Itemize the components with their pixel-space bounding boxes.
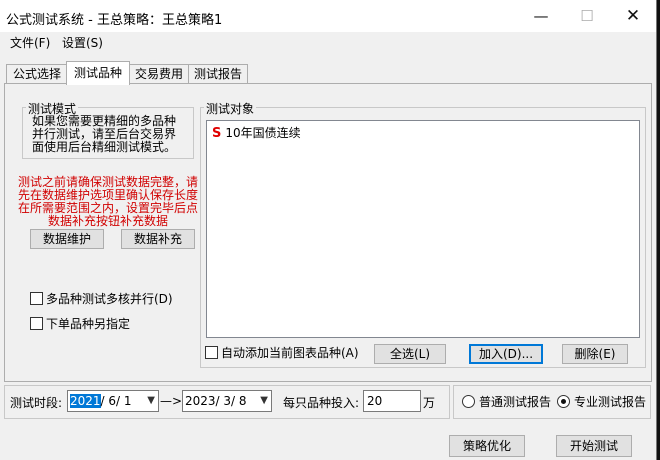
list-item[interactable]: S 10年国债连续 xyxy=(212,124,301,141)
checkbox-icon xyxy=(30,317,43,330)
radio-icon xyxy=(462,395,475,408)
test-objects-list[interactable]: S 10年国债连续 xyxy=(206,120,640,338)
professional-report-label: 专业测试报告 xyxy=(574,395,647,409)
tab-formula-select[interactable]: 公式选择 xyxy=(6,64,68,84)
test-objects-label: 测试对象 xyxy=(204,100,257,117)
period-label: 测试时段: xyxy=(10,396,63,410)
add-button[interactable]: 加入(D)... xyxy=(469,344,543,364)
window-title: 公式测试系统 - 王总策略：王总策略1 xyxy=(6,13,223,28)
maximize-button[interactable]: ☐ xyxy=(564,0,610,32)
date-arrow: —> xyxy=(160,394,183,408)
chevron-down-icon: ▼ xyxy=(147,395,155,406)
order-specify-label: 下单品种另指定 xyxy=(46,317,131,331)
multi-core-checkbox[interactable]: 多品种测试多核并行(D) xyxy=(30,292,173,306)
close-button[interactable]: ✕ xyxy=(610,0,656,32)
checkbox-icon xyxy=(205,346,218,359)
menu-file[interactable]: 文件(F) xyxy=(10,34,50,51)
auto-add-checkbox[interactable]: 自动添加当前图表品种(A) xyxy=(205,346,359,360)
investment-input[interactable]: 20 xyxy=(363,390,421,412)
start-test-button[interactable]: 开始测试 xyxy=(556,435,632,457)
data-maintenance-button[interactable]: 数据维护 xyxy=(30,229,104,249)
end-date: 2023/ 3/ 8 xyxy=(185,394,247,408)
warning-text: 测试之前请确保测试数据完整，请先在数据维护选项里确认保存长度在所需要范围之内，设… xyxy=(17,175,198,228)
investment-label: 每只品种投入: xyxy=(283,396,360,410)
select-all-button[interactable]: 全选(L) xyxy=(374,344,446,364)
remove-button[interactable]: 删除(E) xyxy=(562,344,628,364)
chevron-down-icon: ▼ xyxy=(260,395,268,406)
checkbox-icon xyxy=(30,292,43,305)
menu-bar: 文件(F) 设置(S) xyxy=(0,32,656,52)
tab-test-report[interactable]: 测试报告 xyxy=(188,64,248,84)
investment-value: 20 xyxy=(367,394,383,408)
data-supplement-button[interactable]: 数据补充 xyxy=(121,229,195,249)
multi-core-label: 多品种测试多核并行(D) xyxy=(46,292,173,306)
title-bar: 公式测试系统 - 王总策略：王总策略1 — ☐ ✕ xyxy=(0,0,656,32)
professional-report-radio[interactable]: 专业测试报告 xyxy=(557,395,646,409)
end-date-picker[interactable]: 2023/ 3/ 8 ▼ xyxy=(182,390,272,412)
tab-trading-fees[interactable]: 交易费用 xyxy=(128,64,190,84)
test-mode-description: 如果您需要更精细的多品种并行测试，请至后台交易界面使用后台精细测试模式。 xyxy=(32,114,177,154)
optimize-button[interactable]: 策略优化 xyxy=(449,435,525,457)
menu-settings[interactable]: 设置(S) xyxy=(62,34,103,51)
order-specify-checkbox[interactable]: 下单品种另指定 xyxy=(30,317,130,331)
investment-unit: 万 xyxy=(423,396,436,410)
start-date-picker[interactable]: 2021/ 6/ 1 ▼ xyxy=(67,390,159,412)
start-date-rest: / 6/ 1 xyxy=(100,394,132,408)
minimize-button[interactable]: — xyxy=(518,0,564,32)
tab-test-instruments[interactable]: 测试品种 xyxy=(66,61,130,85)
stock-badge: S xyxy=(212,126,222,141)
auto-add-label: 自动添加当前图表品种(A) xyxy=(221,346,359,360)
instrument-name: 10年国债连续 xyxy=(225,126,301,140)
main-window: 公式测试系统 - 王总策略：王总策略1 — ☐ ✕ 文件(F) 设置(S) 公式… xyxy=(0,0,657,460)
radio-selected-icon xyxy=(557,395,570,408)
normal-report-label: 普通测试报告 xyxy=(479,395,552,409)
normal-report-radio[interactable]: 普通测试报告 xyxy=(462,395,551,409)
start-year: 2021 xyxy=(70,394,101,408)
